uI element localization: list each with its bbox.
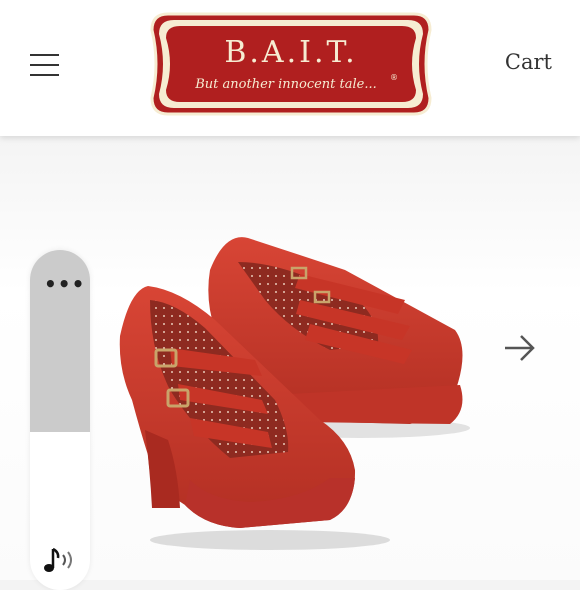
arrow-right-icon[interactable] [503, 333, 537, 363]
logo-registered-mark: ® [390, 73, 398, 82]
logo-tagline: But another innocent tale... [194, 77, 377, 92]
brand-logo[interactable]: B.A.I.T. But another innocent tale... ® [146, 8, 436, 120]
hamburger-menu-icon[interactable] [30, 52, 60, 78]
side-toolbar: ••• [30, 250, 90, 590]
more-dots-icon[interactable]: ••• [44, 272, 85, 296]
music-note-sound-icon[interactable] [42, 546, 78, 574]
cart-link[interactable]: Cart [505, 50, 552, 74]
site-header: B.A.I.T. But another innocent tale... ® … [0, 0, 580, 136]
logo-title: B.A.I.T. [224, 35, 357, 70]
